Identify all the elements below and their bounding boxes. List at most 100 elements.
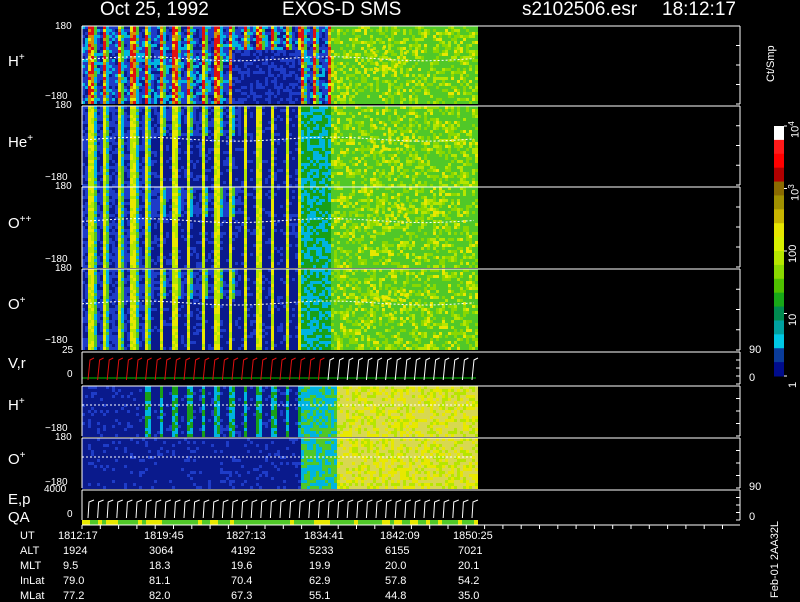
heat-cell [103,148,106,151]
heat-cell [148,47,151,50]
heat-cell [361,68,364,71]
heat-cell [178,130,181,133]
heat-cell [316,53,319,56]
heat-cell [268,44,271,47]
heat-cell [229,157,232,160]
heat-cell [316,32,319,35]
heat-cell [220,157,223,160]
heat-cell [229,166,232,169]
heat-cell [445,77,448,80]
heat-cell [454,62,457,65]
heat-cell [214,74,217,77]
heat-cell [127,163,130,166]
heat-cell [292,77,295,80]
heat-cell [298,62,301,65]
heat-cell [448,44,451,47]
heat-cell [172,166,175,169]
heat-cell [223,109,226,112]
heat-cell [292,29,295,32]
heat-cell [196,35,199,38]
heat-cell [358,65,361,68]
heat-cell [214,169,217,172]
heat-cell [91,136,94,139]
heat-cell [436,29,439,32]
heat-cell [184,44,187,47]
heat-cell [169,127,172,130]
heat-cell [100,148,103,151]
heat-cell [400,38,403,41]
heat-cell [262,77,265,80]
heat-cell [361,80,364,83]
heat-cell [379,89,382,92]
heat-cell [424,89,427,92]
heat-cell [142,86,145,89]
heat-cell [199,35,202,38]
heat-cell [172,53,175,56]
heat-cell [394,101,397,104]
heat-cell [187,136,190,139]
heat-cell [109,74,112,77]
heat-cell [166,44,169,47]
heat-cell [91,178,94,181]
heat-cell [202,35,205,38]
heat-cell [337,38,340,41]
heat-cell [91,98,94,101]
heat-cell [238,133,241,136]
heat-cell [352,29,355,32]
heat-cell [190,148,193,151]
heat-cell [355,35,358,38]
heat-cell [85,98,88,101]
heat-cell [136,148,139,151]
heat-cell [118,83,121,86]
heat-cell [85,151,88,154]
heat-cell [238,56,241,59]
heat-cell [172,74,175,77]
heat-cell [88,142,91,145]
heat-cell [310,98,313,101]
heat-cell [193,148,196,151]
heat-cell [214,89,217,92]
heat-cell [295,95,298,98]
heat-cell [232,53,235,56]
heat-cell [124,50,127,53]
heat-cell [190,151,193,154]
heat-cell [292,65,295,68]
heat-cell [124,139,127,142]
heat-cell [106,142,109,145]
heat-cell [217,80,220,83]
heat-cell [412,53,415,56]
heat-cell [85,169,88,172]
heat-cell [139,133,142,136]
heat-cell [340,92,343,95]
heat-cell [145,53,148,56]
heat-cell [148,68,151,71]
heat-cell [469,80,472,83]
heat-cell [304,35,307,38]
heat-cell [421,101,424,104]
heat-cell [112,139,115,142]
heat-cell [469,83,472,86]
heat-cell [133,181,136,184]
heat-cell [232,101,235,104]
heat-cell [100,50,103,53]
heat-cell [244,92,247,95]
heat-cell [313,80,316,83]
heat-cell [247,80,250,83]
heat-cell [88,53,91,56]
heat-cell [229,86,232,89]
heat-cell [193,115,196,118]
heat-cell [202,175,205,178]
heat-cell [157,109,160,112]
heat-cell [175,86,178,89]
heat-cell [145,35,148,38]
heat-cell [466,65,469,68]
heat-cell [100,68,103,71]
heat-cell [475,86,478,89]
heat-cell [259,71,262,74]
heat-cell [169,101,172,104]
heat-cell [166,145,169,148]
heat-cell [103,53,106,56]
heat-cell [235,47,238,50]
heat-cell [148,29,151,32]
heat-cell [223,112,226,115]
